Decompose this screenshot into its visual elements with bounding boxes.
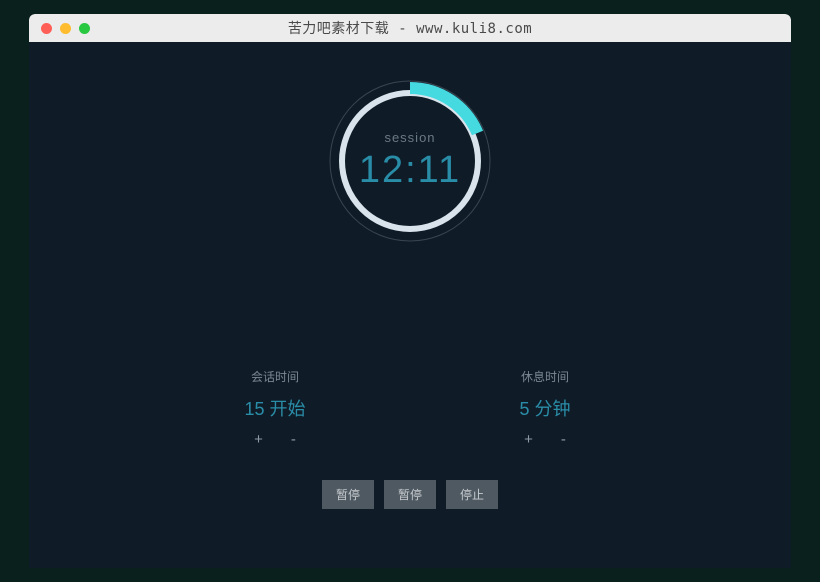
minimize-icon[interactable] — [60, 23, 71, 34]
close-icon[interactable] — [41, 23, 52, 34]
break-plus-button[interactable]: + — [524, 431, 533, 448]
session-stepper: + - — [254, 431, 296, 448]
timer-circle: session 12:11 — [325, 76, 495, 246]
session-setting: 会话时间 15 开始 + - — [215, 368, 335, 448]
titlebar: 苦力吧素材下载 - www.kuli8.com — [29, 14, 791, 42]
break-time-label: 休息时间 — [521, 368, 569, 385]
session-label: session — [384, 130, 435, 145]
content-area: session 12:11 会话时间 15 开始 + - 休息时间 5 分钟 +… — [29, 42, 791, 568]
break-stepper: + - — [524, 431, 566, 448]
timer-inner: session 12:11 — [325, 76, 495, 246]
session-minus-button[interactable]: - — [291, 431, 296, 448]
settings-row: 会话时间 15 开始 + - 休息时间 5 分钟 + - — [215, 368, 605, 448]
pause-button-1[interactable]: 暂停 — [322, 480, 374, 509]
button-row: 暂停 暂停 停止 — [322, 480, 498, 509]
time-display: 12:11 — [359, 149, 461, 192]
maximize-icon[interactable] — [79, 23, 90, 34]
window-title: 苦力吧素材下载 - www.kuli8.com — [29, 18, 791, 38]
session-time-value: 15 开始 — [244, 395, 305, 421]
stop-button[interactable]: 停止 — [446, 480, 498, 509]
traffic-lights — [41, 23, 90, 34]
pause-button-2[interactable]: 暂停 — [384, 480, 436, 509]
break-minus-button[interactable]: - — [561, 431, 566, 448]
break-setting: 休息时间 5 分钟 + - — [485, 368, 605, 448]
session-time-label: 会话时间 — [251, 368, 299, 385]
break-time-value: 5 分钟 — [519, 395, 570, 421]
app-window: 苦力吧素材下载 - www.kuli8.com session 12:11 会话… — [29, 14, 791, 568]
session-plus-button[interactable]: + — [254, 431, 263, 448]
